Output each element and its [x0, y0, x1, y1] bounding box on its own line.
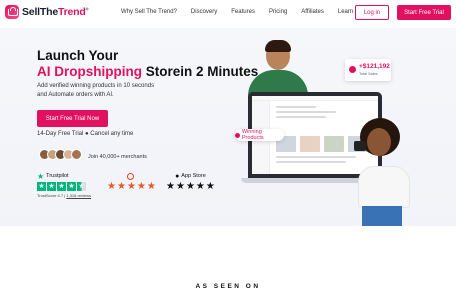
trustpilot-star-icon: ★ — [37, 171, 45, 181]
star-icon: ★ — [185, 181, 195, 192]
nav-link-discovery[interactable]: Discovery — [191, 9, 217, 15]
hero-subtitle: Add verified winning products in 10 seco… — [37, 83, 155, 98]
review-count[interactable]: 1,318 reviews — [66, 193, 91, 198]
nav-link-why[interactable]: Why Sell The Trend? — [121, 9, 177, 15]
trustpilot-label: Trustpilot — [46, 173, 69, 179]
nav-link-features[interactable]: Features — [231, 9, 255, 15]
trial-note: 14-Day Free Trial ● Cancel any time — [37, 131, 134, 137]
nav-link-learn[interactable]: Learn — [338, 9, 353, 15]
star-icon: ★ — [136, 181, 146, 192]
as-seen-on-heading: AS SEEN ON — [195, 283, 261, 290]
star-icon: ★ — [175, 181, 185, 192]
merchant-avatars — [39, 149, 82, 160]
brand-logo[interactable]: SellTheTrend® — [5, 5, 88, 19]
start-free-trial-now-button[interactable]: Start Free Trial Now — [37, 110, 108, 127]
nav-link-affiliates[interactable]: Affiliates — [301, 9, 324, 15]
hero-woman-image — [352, 118, 414, 226]
star-icon: ★ — [116, 181, 126, 192]
star-icon: ★ — [146, 181, 156, 192]
app-store-rating[interactable]: ● App Store ★ ★ ★ ★ ★ — [166, 172, 215, 192]
login-button[interactable]: Log in — [355, 5, 389, 20]
hero-headline: Launch Your AI Dropshipping Storein 2 Mi… — [37, 48, 259, 79]
star-icon: ★ — [107, 181, 116, 192]
nav-link-pricing[interactable]: Pricing — [269, 9, 287, 15]
g2-rating[interactable]: ★ ★ ★ ★ ★ — [107, 172, 156, 192]
flame-icon — [235, 132, 240, 138]
star-icon: ★ — [67, 182, 76, 191]
star-icon: ★ — [205, 181, 215, 192]
g2-stars: ★ ★ ★ ★ ★ — [107, 182, 156, 192]
top-nav: SellTheTrend® Why Sell The Trend? Discov… — [0, 0, 456, 28]
trustscore: TrustScore 4.7 — [37, 193, 64, 198]
star-icon: ★ — [195, 181, 205, 192]
half-star-icon: ★ — [77, 182, 86, 191]
trustpilot-stars: ★ ★ ★ ★ ★ — [37, 182, 91, 191]
camera-icon — [354, 141, 366, 151]
merchants-count: Join 40,000+ merchants — [88, 154, 147, 160]
star-icon: ★ — [47, 182, 56, 191]
avatar — [71, 149, 82, 160]
nav-links: Why Sell The Trend? Discovery Features P… — [121, 9, 367, 15]
g2-logo-icon — [126, 172, 134, 180]
dollar-icon — [349, 66, 356, 73]
brand-name: SellTheTrend® — [22, 6, 89, 18]
star-icon: ★ — [57, 182, 66, 191]
app-store-label: App Store — [181, 173, 206, 179]
start-free-trial-button[interactable]: Start Free Trial — [397, 5, 451, 20]
total-sales-card: +$121,192 Total Sales — [345, 59, 391, 81]
winning-products-pill: Winning Products — [235, 129, 284, 141]
cart-icon — [5, 5, 19, 19]
star-icon: ★ — [166, 181, 175, 192]
apple-icon: ● — [175, 172, 180, 180]
star-icon: ★ — [126, 181, 136, 192]
trustpilot-rating[interactable]: ★ Trustpilot ★ ★ ★ ★ ★ TrustScore 4.7 | … — [37, 172, 91, 198]
app-store-stars: ★ ★ ★ ★ ★ — [166, 182, 215, 192]
star-icon: ★ — [37, 182, 46, 191]
